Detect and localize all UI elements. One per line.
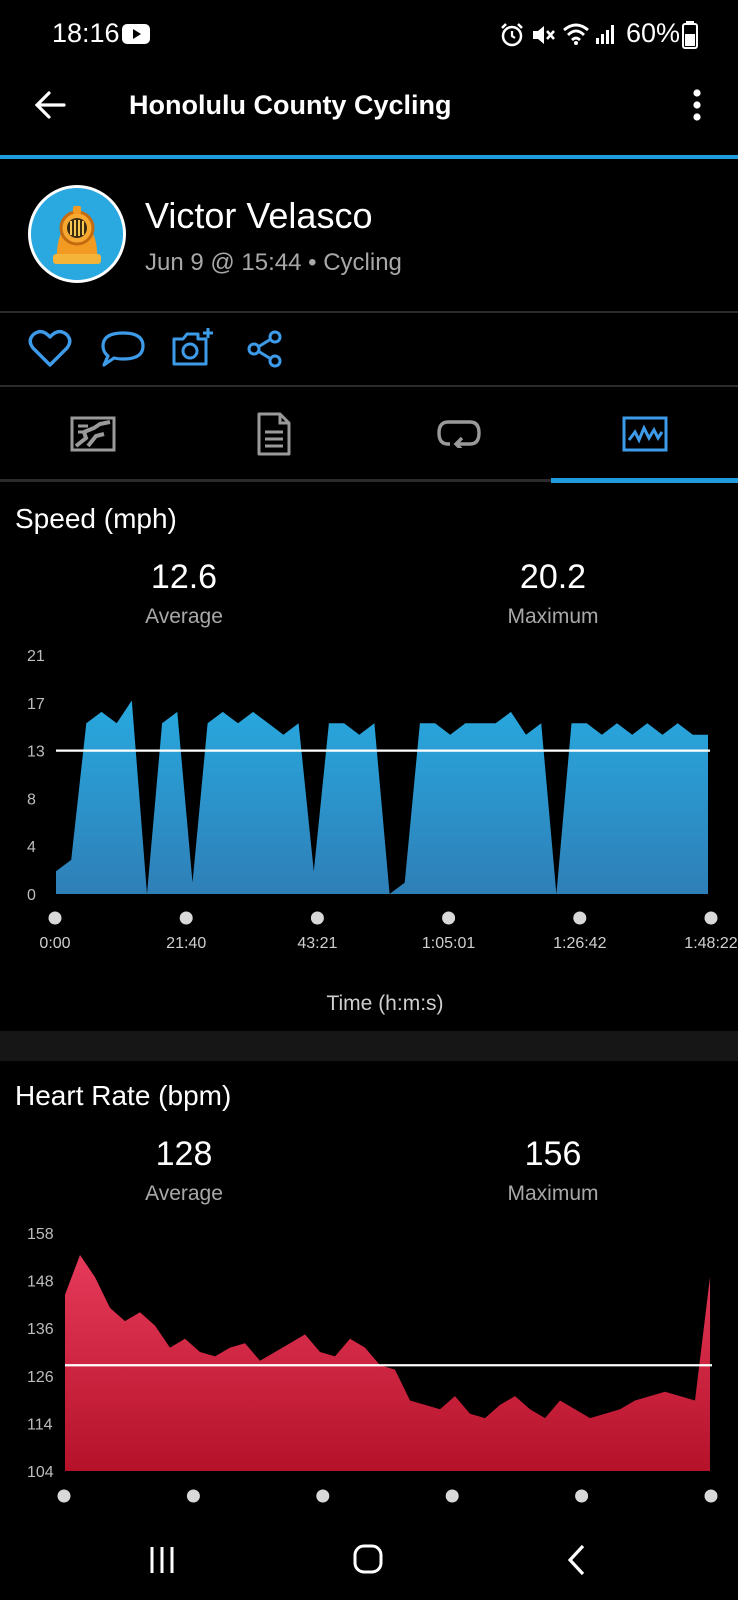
hr-maximum-label: Maximum <box>507 1182 599 1205</box>
heart-rate-chart[interactable]: 158 148 136 126 114 104 <box>0 1218 738 1504</box>
hr-chart-title: Heart Rate (bpm) <box>15 1080 232 1111</box>
tab-details[interactable] <box>184 388 368 478</box>
hr-x-tick-dot <box>186 1489 200 1503</box>
speed-average-value: 12.6 <box>150 558 218 596</box>
speed-x-tick-dot <box>573 911 587 925</box>
hr-average-label: Average <box>145 1182 223 1205</box>
recent-apps-icon[interactable] <box>148 1545 176 1575</box>
signal-icon <box>596 25 614 44</box>
hr-y-tick: 104 <box>27 1464 54 1481</box>
comment-icon[interactable] <box>100 330 146 368</box>
hr-maximum-value: 156 <box>524 1135 582 1173</box>
speed-x-tick-dot <box>179 911 193 925</box>
alarm-icon <box>501 23 523 47</box>
speed-x-axis-label: Time (h:m:s) <box>326 992 444 1015</box>
speed-y-tick: 21 <box>27 648 45 665</box>
hr-area-series <box>65 1255 710 1471</box>
hr-x-tick-dot <box>445 1489 459 1503</box>
hr-y-tick: 158 <box>27 1226 54 1243</box>
user-name[interactable]: Victor Velasco <box>145 195 372 237</box>
speed-maximum-label: Maximum <box>507 605 599 628</box>
add-photo-icon[interactable] <box>171 326 217 368</box>
speed-y-tick: 13 <box>27 744 45 761</box>
battery-percent: 60% <box>626 18 681 48</box>
hr-y-tick: 114 <box>27 1416 53 1433</box>
page-title: Honolulu County Cycling <box>129 90 452 120</box>
more-vert-icon[interactable] <box>690 88 704 122</box>
section-separator <box>0 1031 738 1061</box>
divider <box>0 311 738 313</box>
speed-x-tick: 0:00 <box>39 935 70 952</box>
divider <box>0 385 738 387</box>
diver-helmet-icon <box>31 188 123 280</box>
status-time: 18:16 <box>52 18 120 48</box>
details-icon <box>257 412 291 456</box>
home-icon[interactable] <box>352 1543 384 1575</box>
charts-icon <box>622 416 668 452</box>
mute-icon <box>533 26 555 44</box>
hr-y-tick: 148 <box>27 1274 54 1291</box>
hr-average-value: 128 <box>155 1135 213 1173</box>
share-icon[interactable] <box>246 330 284 368</box>
tab-laps[interactable] <box>368 388 552 478</box>
laps-icon <box>437 420 481 448</box>
speed-y-tick: 0 <box>27 887 36 904</box>
tab-map[interactable] <box>0 388 184 478</box>
speed-x-tick-dot <box>310 911 324 925</box>
speed-x-tick-dot <box>442 911 456 925</box>
speed-average-label: Average <box>145 605 223 628</box>
speed-x-tick: 1:48:22 <box>684 935 737 952</box>
hr-y-tick: 126 <box>27 1369 54 1386</box>
hr-x-tick-dot <box>704 1489 718 1503</box>
speed-y-tick: 4 <box>27 839 36 856</box>
speed-area-series <box>56 700 708 894</box>
hr-y-tick: 136 <box>27 1321 54 1338</box>
hr-x-tick-dot <box>57 1489 71 1503</box>
speed-chart[interactable]: 21 17 13 8 4 0 0:00 21:40 43:21 1:05:01 1:26:42 1:4… <box>0 640 738 960</box>
hr-x-tick-dot <box>575 1489 589 1503</box>
speed-x-tick: 1:26:42 <box>553 935 606 952</box>
tab-charts[interactable] <box>552 388 738 478</box>
speed-y-tick: 17 <box>27 696 45 713</box>
speed-x-tick: 21:40 <box>166 935 206 952</box>
speed-x-tick-dot <box>48 911 62 925</box>
back-nav-icon[interactable] <box>566 1543 586 1577</box>
app-bar-divider <box>0 155 738 159</box>
youtube-icon <box>122 24 150 44</box>
speed-x-tick: 43:21 <box>297 935 337 952</box>
arrow-left-icon[interactable] <box>34 90 66 120</box>
hr-x-tick-dot <box>316 1489 330 1503</box>
activity-subtitle: Jun 9 @ 15:44 • Cycling <box>145 249 402 276</box>
heart-icon[interactable] <box>28 328 72 368</box>
avatar[interactable] <box>28 185 126 283</box>
speed-maximum-value: 20.2 <box>519 558 587 596</box>
speed-x-tick: 1:05:01 <box>422 935 475 952</box>
speed-chart-title: Speed (mph) <box>15 503 177 534</box>
speed-y-tick: 8 <box>27 791 36 808</box>
active-tab-indicator <box>551 478 738 483</box>
speed-x-tick-dot <box>704 911 718 925</box>
battery-icon <box>682 21 698 49</box>
wifi-icon <box>563 23 589 45</box>
map-icon <box>70 416 116 452</box>
